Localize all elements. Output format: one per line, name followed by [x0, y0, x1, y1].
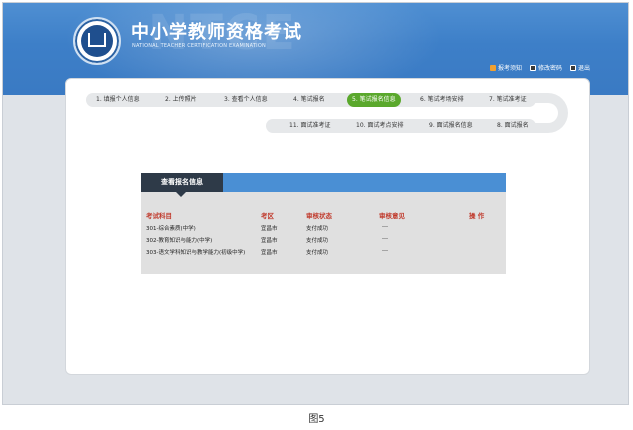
step-track: 1. 填报个人信息 2. 上传照片 3. 查看个人信息 4. 笔试报名 5. 笔… — [86, 93, 568, 133]
step-1-personal-info[interactable]: 1. 填报个人信息 — [96, 93, 140, 107]
exit-icon — [569, 64, 576, 71]
change-password-link[interactable]: 修改密码 — [529, 63, 562, 72]
tab-label: 查看报名信息 — [161, 178, 203, 186]
step-6-exam-room[interactable]: 6. 笔试考场安排 — [420, 93, 464, 107]
tab-view-registration[interactable]: 查看报名信息 — [141, 173, 223, 197]
step-3-view-info[interactable]: 3. 查看个人信息 — [224, 93, 268, 107]
step-2-upload-photo[interactable]: 2. 上传照片 — [165, 93, 197, 107]
step-10-interview-site[interactable]: 10. 面试考点安排 — [356, 119, 403, 133]
step-9-interview-registration-info[interactable]: 9. 面试报名信息 — [429, 119, 473, 133]
step-4-written-registration[interactable]: 4. 笔试报名 — [293, 93, 325, 107]
row-subject: 301-综合素质(中学) — [146, 226, 196, 232]
col-status: 审核状态 — [306, 212, 332, 220]
row-subject: 302-教育知识与能力(中学) — [146, 238, 213, 244]
row-area: 宜昌市 — [261, 238, 278, 244]
logout-label: 退出 — [577, 65, 590, 72]
col-opinion: 审核意见 — [379, 212, 405, 220]
logo-icon — [73, 17, 121, 65]
step-5-written-registration-info[interactable]: 5. 笔试报名信息 — [347, 93, 401, 107]
site-title: 中小学教师资格考试 — [131, 22, 302, 43]
tab-pointer — [176, 192, 186, 197]
row-status: 支付成功 — [306, 250, 329, 256]
col-area: 考区 — [261, 212, 274, 220]
row-opinion: --- — [382, 224, 388, 230]
notice-link-label: 报考须知 — [497, 65, 522, 72]
logout-link[interactable]: 退出 — [569, 63, 590, 72]
book-icon — [88, 33, 106, 47]
password-icon — [529, 64, 536, 71]
row-opinion: --- — [382, 236, 388, 242]
notice-icon — [489, 64, 496, 71]
step-8-interview-registration[interactable]: 8. 面试报名 — [497, 119, 529, 133]
site-subtitle: NATIONAL TEACHER CERTIFICATION EXAMINATI… — [132, 43, 266, 49]
info-header-bar: 查看报名信息 — [141, 173, 506, 197]
step-11-interview-ticket[interactable]: 11. 面试准考证 — [289, 119, 330, 133]
notice-link[interactable]: 报考须知 — [489, 63, 522, 72]
figure-caption: 图5 — [308, 414, 325, 425]
step-7-admission-ticket[interactable]: 7. 笔试准考证 — [489, 93, 527, 107]
row-area: 宜昌市 — [261, 250, 278, 256]
registration-info-box: 查看报名信息 考试科目 考区 审核状态 审核意见 操 作 301-综合素质(中学… — [141, 173, 506, 274]
col-subject: 考试科目 — [146, 212, 172, 220]
col-action: 操 作 — [469, 212, 485, 220]
row-opinion: --- — [382, 248, 388, 254]
row-subject: 303-语文学科知识与教学能力(初级中学) — [146, 250, 246, 256]
change-password-label: 修改密码 — [537, 65, 562, 72]
main-panel: 1. 填报个人信息 2. 上传照片 3. 查看个人信息 4. 笔试报名 5. 笔… — [65, 78, 590, 375]
app-frame: NTCE 中小学教师资格考试 NATIONAL TEACHER CERTIFIC… — [2, 2, 629, 405]
row-status: 支付成功 — [306, 238, 329, 244]
row-status: 支付成功 — [306, 226, 329, 232]
row-area: 宜昌市 — [261, 226, 278, 232]
top-links: 报考须知 修改密码 退出 — [489, 63, 590, 72]
